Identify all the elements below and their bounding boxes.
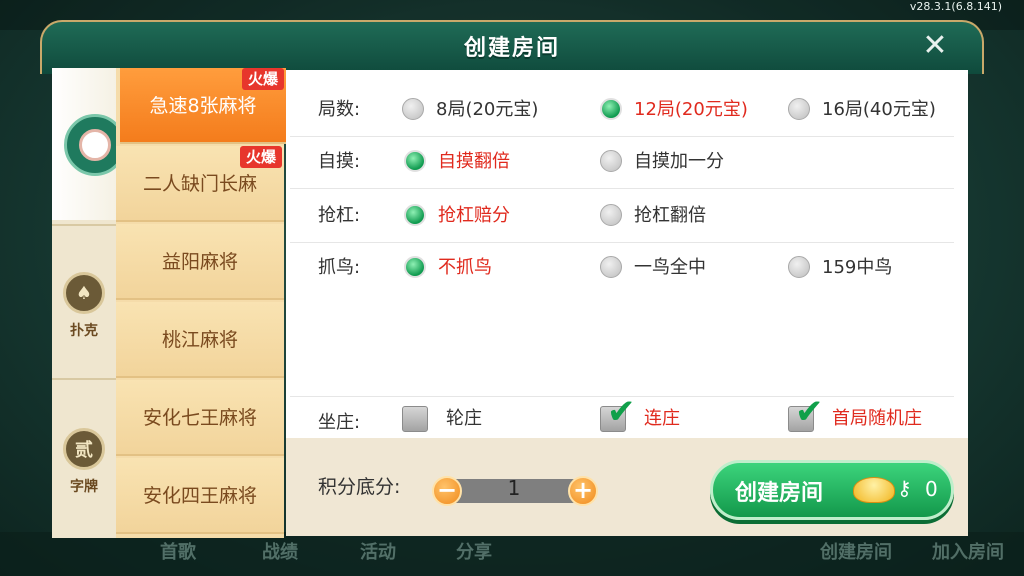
spade-icon: ♠ [63,272,105,314]
plus-icon: + [572,476,594,504]
hot-badge: 火爆 [239,146,282,168]
minus-icon: − [436,476,458,504]
zipai-icon: 贰 [63,428,105,470]
bg-menu-item-5: 创建房间 [820,542,892,563]
game-label: 二人缺门长麻 [142,173,257,195]
option-row-kong-rob: 抢杠: 抢杠赔分 抢杠翻倍 [290,190,954,243]
score-value: 1 [507,476,521,500]
option-row-bird: 抓鸟: 不抓鸟 一鸟全中 159中鸟 [290,242,954,294]
checkmark-icon: ✔ [795,392,824,432]
row-label: 抢杠: [318,205,361,226]
bg-menu-item-4: 分享 [456,542,492,563]
bg-menu-item-2: 战绩 [262,542,298,563]
divider [52,224,116,226]
key-icon: ⚷ [897,476,912,500]
row-label: 局数: [318,99,361,120]
game-label: 益阳麻将 [161,251,238,273]
create-room-button[interactable]: 创建房间 ⚷ 0 [710,460,954,520]
game-label: 急速8张麻将 [149,95,257,117]
decrement-button[interactable]: − [432,476,462,506]
score-label: 积分底分: [318,476,401,498]
option-row-rounds: 局数: 8局(20元宝) 12局(20元宝) 16局(40元宝) [290,84,954,137]
dialog-title: 创建房间 [463,36,560,61]
create-cost: 0 [925,477,938,501]
gold-ingot-icon [853,477,895,503]
checkmark-icon: ✔ [607,392,636,432]
game-item[interactable]: 安化七王麻将 [116,380,284,456]
close-icon: ✕ [922,28,948,63]
bg-menu-item-1: 首歌 [160,542,196,563]
game-label: 安化七王麻将 [142,407,257,429]
category-tab-zipai[interactable]: 贰 字牌 [52,428,116,496]
game-label: 安化四王麻将 [142,485,257,507]
game-item[interactable]: 安化四王麻将 [116,458,284,534]
option-row-self-draw: 自摸: 自摸翻倍 自摸加一分 [290,136,954,189]
bg-menu-item-3: 活动 [360,542,396,563]
game-item[interactable]: 桃江麻将 [116,302,284,378]
category-label: 扑克 [70,323,98,339]
divider [52,378,116,380]
background-bottom-menu: 首歌 战绩 活动 分享 创建房间 加入房间 [0,532,1024,576]
row-label: 自摸: [318,151,361,172]
close-button[interactable]: ✕ [920,31,950,62]
game-item[interactable]: 益阳麻将 [116,224,284,300]
row-label: 抓鸟: [318,257,361,278]
bg-menu-item-6: 加入房间 [932,542,1004,563]
category-tab-poker[interactable]: ♠ 扑克 [52,272,116,340]
category-label: 字牌 [70,479,98,495]
game-item-selected[interactable]: 急速8张麻将 火爆 [120,68,286,144]
increment-button[interactable]: + [568,476,598,506]
create-room-label: 创建房间 [735,481,824,506]
hot-badge: 火爆 [241,68,284,90]
version-label: v28.3.1(6.8.141) [909,0,1002,13]
game-label: 桃江麻将 [161,329,238,351]
option-row-dealer: 坐庄: 轮庄 ✔ 连庄 ✔ 首局随机庄 [290,392,954,439]
game-item[interactable]: 二人缺门长麻 火爆 [116,146,284,222]
